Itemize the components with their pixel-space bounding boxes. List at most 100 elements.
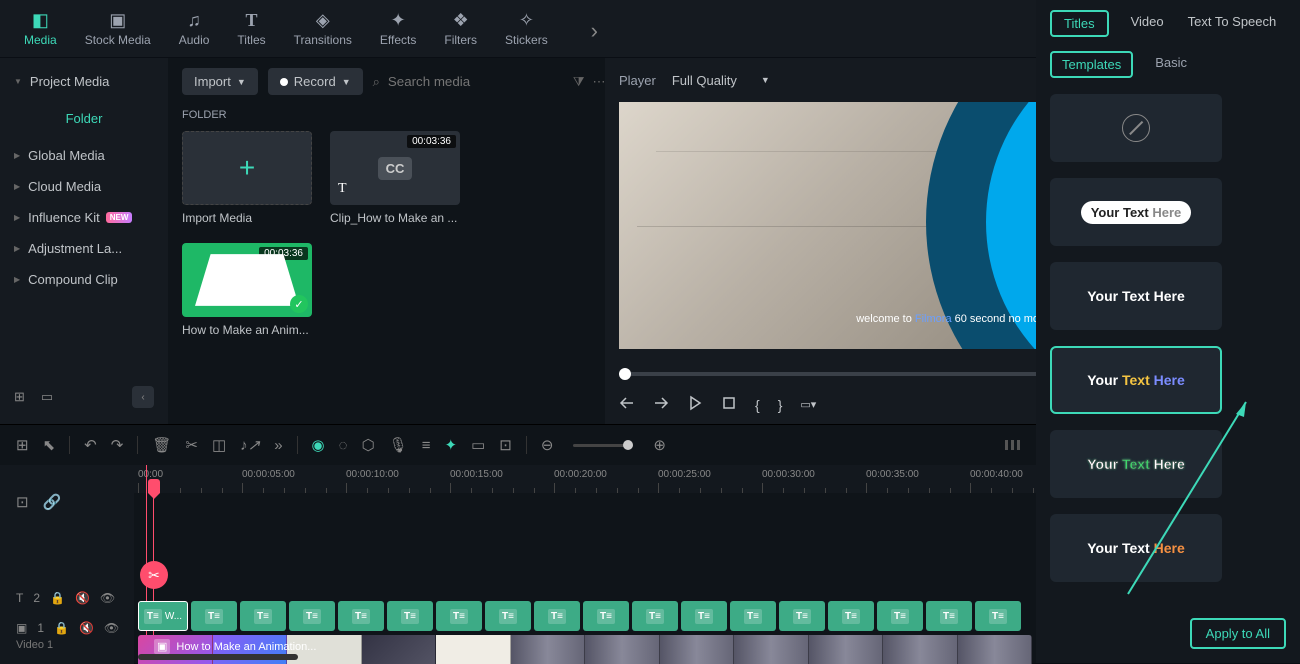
visibility-icon[interactable]: 👁 [104, 621, 119, 635]
sidebar-compound-clip[interactable]: ▶Compound Clip [0, 264, 168, 295]
subtab-basic[interactable]: Basic [1149, 51, 1193, 78]
scrub-handle[interactable] [619, 368, 631, 380]
zoom-slider[interactable] [573, 444, 633, 447]
title-segment[interactable]: T≡ [485, 601, 531, 631]
undo-button[interactable]: ↶ [84, 436, 97, 454]
video-clip-segment[interactable] [436, 635, 511, 664]
title-segment[interactable]: T≡ [681, 601, 727, 631]
mask-button[interactable]: ⬡ [362, 436, 375, 454]
timeline-ruler[interactable]: 00:0000:00:05:0000:00:10:0000:00:15:0000… [134, 465, 1036, 493]
split-button[interactable]: ✂ [185, 436, 198, 454]
keyframe-button[interactable]: ⊡ [499, 436, 512, 454]
stop-button[interactable] [721, 395, 737, 414]
lock-icon[interactable]: 🔒 [54, 621, 69, 635]
delete-button[interactable]: 🗑 [152, 436, 171, 454]
title-segment[interactable]: T≡ [828, 601, 874, 631]
title-segment[interactable]: T≡ [387, 601, 433, 631]
zoom-handle[interactable] [623, 440, 633, 450]
nav-audio[interactable]: ♫Audio [165, 4, 224, 53]
split-indicator[interactable]: ✂ [140, 561, 168, 589]
folder-icon[interactable]: ▭ [41, 389, 53, 405]
link-toggle[interactable]: 🔗 [43, 493, 62, 511]
title-segment[interactable]: T≡ [632, 601, 678, 631]
nav-effects[interactable]: ✦Effects [366, 4, 430, 53]
template-green[interactable]: Your Text Here [1050, 430, 1222, 498]
select-tool[interactable]: ⬉ [43, 436, 56, 454]
search-input[interactable] [388, 74, 565, 89]
video-clip-segment[interactable] [958, 635, 1033, 664]
mark-in-button[interactable]: { [755, 397, 760, 413]
tab-titles[interactable]: Titles [1050, 10, 1109, 37]
tab-video[interactable]: Video [1129, 10, 1166, 37]
apply-to-all-button[interactable]: Apply to All [1190, 618, 1286, 649]
title-track-header[interactable]: T 2 🔒 🔇 👁 [0, 583, 134, 613]
mute-icon[interactable]: 🔇 [79, 621, 94, 635]
title-segment[interactable]: T≡ [877, 601, 923, 631]
title-segment[interactable]: T≡ [975, 601, 1021, 631]
redo-button[interactable]: ↷ [111, 436, 124, 454]
video-clip-segment[interactable] [660, 635, 735, 664]
nav-filters[interactable]: ❖Filters [430, 4, 491, 53]
title-track[interactable]: T≡W...T≡T≡T≡T≡T≡T≡T≡T≡T≡T≡T≡T≡T≡T≡T≡T≡T≡ [134, 601, 1036, 631]
add-folder-icon[interactable]: ⊞ [14, 389, 25, 405]
lock-icon[interactable]: 🔒 [50, 591, 65, 605]
title-segment[interactable]: T≡ [583, 601, 629, 631]
prev-frame-button[interactable] [619, 395, 635, 414]
add-track-button[interactable]: ⊞ [16, 436, 29, 454]
video-clip-segment[interactable] [809, 635, 884, 664]
media-item-video[interactable]: 00:03:36✓ How to Make an Anim... [182, 243, 312, 337]
sidebar-project-media[interactable]: ▼Project Media [0, 66, 168, 97]
title-segment[interactable]: T≡ [240, 601, 286, 631]
video-clip-segment[interactable] [883, 635, 958, 664]
title-segment[interactable]: T≡ [191, 601, 237, 631]
ai-button[interactable]: ◉ [312, 436, 325, 454]
scrub-bar[interactable] [619, 372, 1068, 376]
nav-titles[interactable]: TTitles [223, 4, 279, 53]
play-button[interactable] [687, 395, 703, 414]
import-button[interactable]: Import▼ [182, 68, 258, 95]
title-segment[interactable]: T≡ [338, 601, 384, 631]
mark-out-button[interactable]: } [778, 397, 783, 413]
speed-button[interactable]: ♪↗ [240, 436, 260, 454]
quality-select[interactable]: Full Quality▼ [672, 73, 770, 88]
nav-transitions[interactable]: ◈Transitions [280, 4, 366, 53]
audio-button[interactable]: 🎙 [389, 436, 408, 454]
collapse-sidebar-button[interactable]: ‹ [132, 386, 154, 408]
title-segment[interactable]: T≡ [289, 601, 335, 631]
sidebar-influence-kit[interactable]: ▶Influence KitNEW [0, 202, 168, 233]
zoom-in-button[interactable]: ⊕ [653, 436, 666, 454]
title-segment[interactable]: T≡W... [138, 601, 188, 631]
nav-stickers[interactable]: ✧Stickers [491, 4, 562, 53]
nav-media[interactable]: ◧Media [10, 4, 71, 53]
video-clip-segment[interactable] [511, 635, 586, 664]
next-frame-button[interactable] [653, 395, 669, 414]
title-segment[interactable]: T≡ [534, 601, 580, 631]
template-none[interactable] [1050, 94, 1222, 162]
ratio-menu[interactable]: ▭▾ [800, 398, 816, 411]
timeline-tracks[interactable]: 00:0000:00:05:0000:00:10:0000:00:15:0000… [134, 465, 1036, 664]
sidebar-global-media[interactable]: ▶Global Media [0, 140, 168, 171]
media-item-clip[interactable]: 00:03:36CCT Clip_How to Make an ... [330, 131, 460, 225]
marker-button[interactable]: ✦ [444, 436, 457, 454]
template-colorful[interactable]: Your Text Here [1050, 346, 1222, 414]
zoom-out-button[interactable]: ⊖ [541, 436, 554, 454]
timeline-options-button[interactable]: ⊡ [16, 493, 29, 511]
horizontal-scrollbar[interactable] [138, 654, 298, 660]
nav-more-chevron[interactable]: › [587, 14, 602, 48]
template-plain[interactable]: Your Text Here [1050, 262, 1222, 330]
media-item-import[interactable]: + Import Media [182, 131, 312, 225]
filter-icon[interactable]: ⧩ [573, 74, 585, 90]
track-height-button[interactable] [1005, 440, 1020, 450]
video-clip-segment[interactable] [585, 635, 660, 664]
record-button[interactable]: Record▼ [268, 68, 363, 95]
color-button[interactable]: ◌ [339, 437, 348, 454]
mute-icon[interactable]: 🔇 [75, 591, 90, 605]
template-orange[interactable]: Your Text Here [1050, 514, 1222, 582]
video-clip-segment[interactable] [362, 635, 437, 664]
title-segment[interactable]: T≡ [730, 601, 776, 631]
video-clip-segment[interactable] [734, 635, 809, 664]
title-segment[interactable]: T≡ [926, 601, 972, 631]
more-tools-button[interactable]: » [274, 437, 282, 454]
title-segment[interactable]: T≡ [779, 601, 825, 631]
subtab-templates[interactable]: Templates [1050, 51, 1133, 78]
